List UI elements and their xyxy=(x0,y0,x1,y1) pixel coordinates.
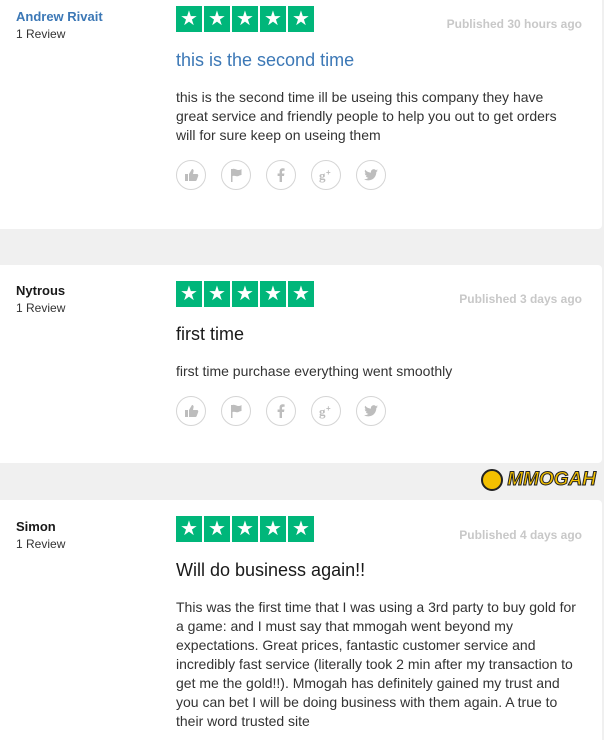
facebook-share-button[interactable] xyxy=(266,396,296,426)
facebook-share-button[interactable] xyxy=(266,160,296,190)
facebook-icon xyxy=(277,168,285,182)
star-icon: ★ xyxy=(288,6,314,32)
review-card: Andrew Rivait 1 Review ★ ★ ★ ★ ★ Publish… xyxy=(0,0,602,229)
google-plus-icon: g + xyxy=(319,404,331,419)
review-card: Simon 1 Review ★ ★ ★ ★ ★ Published 4 day… xyxy=(0,500,602,740)
twitter-share-button[interactable] xyxy=(356,396,386,426)
star-icon: ★ xyxy=(176,516,202,542)
twitter-icon xyxy=(364,405,378,417)
twitter-icon xyxy=(364,169,378,181)
thumbs-up-icon xyxy=(185,405,199,417)
review-body: first time purchase everything went smoo… xyxy=(176,363,453,379)
svg-text:g: g xyxy=(319,404,326,419)
twitter-share-button[interactable] xyxy=(356,160,386,190)
review-card: Nytrous 1 Review ★ ★ ★ ★ ★ Published 3 d… xyxy=(0,265,602,463)
reviewer-name[interactable]: Nytrous xyxy=(16,283,65,298)
google-plus-share-button[interactable]: g + xyxy=(311,396,341,426)
review-title[interactable]: first time xyxy=(176,324,244,345)
star-icon: ★ xyxy=(288,281,314,307)
star-icon: ★ xyxy=(232,6,258,32)
mmogah-logo: MMOGAH xyxy=(481,467,596,493)
review-count: 1 Review xyxy=(16,27,66,41)
review-actions: g + xyxy=(176,396,386,426)
star-icon: ★ xyxy=(176,281,202,307)
review-title[interactable]: this is the second time xyxy=(176,50,354,71)
published-date: Published 30 hours ago xyxy=(446,17,582,31)
star-rating: ★ ★ ★ ★ ★ xyxy=(176,6,314,32)
star-icon: ★ xyxy=(288,516,314,542)
google-plus-share-button[interactable]: g + xyxy=(311,160,341,190)
flag-button[interactable] xyxy=(221,160,251,190)
svg-text:g: g xyxy=(319,168,326,183)
svg-text:+: + xyxy=(326,404,331,413)
reviewer-name[interactable]: Simon xyxy=(16,519,56,534)
published-date: Published 3 days ago xyxy=(459,292,582,306)
thumbs-up-button[interactable] xyxy=(176,396,206,426)
review-count: 1 Review xyxy=(16,301,66,315)
flag-button[interactable] xyxy=(221,396,251,426)
facebook-icon xyxy=(277,404,285,418)
review-body: This was the first time that I was using… xyxy=(176,599,576,729)
star-icon: ★ xyxy=(260,281,286,307)
star-icon: ★ xyxy=(260,6,286,32)
published-date: Published 4 days ago xyxy=(459,528,582,542)
review-count: 1 Review xyxy=(16,537,66,551)
star-icon: ★ xyxy=(232,516,258,542)
star-icon: ★ xyxy=(232,281,258,307)
logo-text: MMOGAH xyxy=(507,469,597,491)
star-rating: ★ ★ ★ ★ ★ xyxy=(176,516,314,542)
review-title[interactable]: Will do business again!! xyxy=(176,560,365,581)
star-icon: ★ xyxy=(204,6,230,32)
star-rating: ★ ★ ★ ★ ★ xyxy=(176,281,314,307)
svg-text:+: + xyxy=(326,168,331,177)
star-icon: ★ xyxy=(204,516,230,542)
review-body: this is the second time ill be useing th… xyxy=(176,89,557,143)
thumbs-up-icon xyxy=(185,169,199,181)
thumbs-up-button[interactable] xyxy=(176,160,206,190)
flag-icon xyxy=(231,168,242,182)
star-icon: ★ xyxy=(204,281,230,307)
reviewer-name[interactable]: Andrew Rivait xyxy=(16,9,103,24)
mascot-icon xyxy=(481,469,504,491)
google-plus-icon: g + xyxy=(319,168,331,183)
review-actions: g + xyxy=(176,160,386,190)
flag-icon xyxy=(231,404,242,418)
star-icon: ★ xyxy=(176,6,202,32)
star-icon: ★ xyxy=(260,516,286,542)
